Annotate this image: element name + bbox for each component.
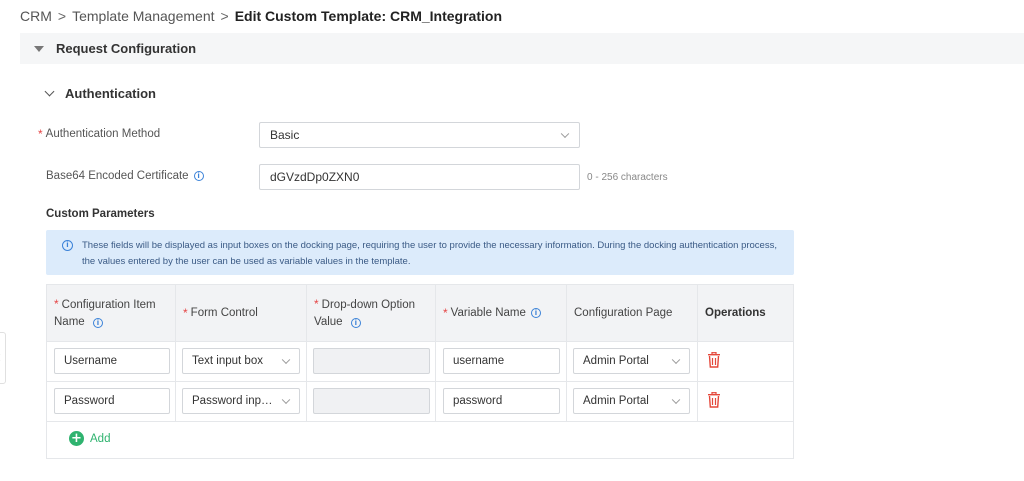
custom-parameters-title: Custom Parameters [46,208,155,220]
row-divider [47,341,793,342]
header-text: Drop-down Option Value [314,298,415,328]
input-value: username [453,355,505,367]
info-icon: i [62,240,73,251]
select-value: Basic [270,128,300,142]
column-divider [566,285,567,421]
required-marker: * [54,296,59,311]
chevron-left-icon [0,353,4,362]
input-value: Username [64,355,118,367]
dropdown-option-value-input [313,348,430,374]
row-divider [47,381,793,382]
input-value: dGVzdDp0ZXN0 [270,170,360,184]
info-icon[interactable]: i [530,308,541,318]
info-icon[interactable]: i [92,318,103,328]
authentication-method-select[interactable]: Basic [259,122,580,148]
column-divider [435,285,436,421]
chevron-down-icon [281,355,291,365]
row-divider [47,421,793,422]
configuration-page-select[interactable]: Admin Portal [573,388,690,414]
configuration-page-select[interactable]: Admin Portal [573,348,690,374]
column-divider [175,285,176,421]
chevron-down-icon [671,355,681,365]
authentication-title: Authentication [65,86,156,101]
info-banner: i These fields will be displayed as inpu… [46,230,794,275]
caret-down-icon [34,45,44,52]
required-marker: * [38,127,43,141]
input-value: Password [64,395,115,407]
authentication-header[interactable]: Authentication [44,86,156,101]
dropdown-option-value-input [313,388,430,414]
add-row-button[interactable]: + Add [69,431,110,446]
section-title: Request Configuration [56,41,197,56]
plus-circle-icon: + [69,431,84,446]
column-header-variable-name: * Variable Name i [436,285,566,341]
variable-name-input[interactable]: password [443,388,560,414]
label-text: Authentication Method [45,128,161,140]
info-icon[interactable]: i [193,171,204,181]
info-icon[interactable]: i [350,318,361,328]
authentication-method-label: * Authentication Method [38,127,160,141]
select-value: Password input box [192,395,274,407]
breadcrumb: CRM > Template Management > Edit Custom … [20,7,502,25]
info-banner-text: These fields will be displayed as input … [82,240,777,267]
certificate-label: Base64 Encoded Certificate i [46,170,204,182]
input-value: password [453,395,503,407]
column-divider [306,285,307,421]
column-header-config-page: Configuration Page [567,285,697,341]
required-marker: * [183,305,188,320]
form-control-select[interactable]: Password input box [182,388,300,414]
column-header-config-item-name: * Configuration Item Name i [47,285,175,341]
column-divider [697,285,698,421]
certificate-input[interactable]: dGVzdDp0ZXN0 [259,164,580,190]
label-text: Base64 Encoded Certificate [46,170,189,182]
breadcrumb-separator: > [220,8,229,24]
required-marker: * [314,296,319,311]
breadcrumb-crm[interactable]: CRM [20,8,52,24]
column-header-form-control: * Form Control [176,285,306,341]
breadcrumb-current: Edit Custom Template: CRM_Integration [234,8,502,24]
form-control-select[interactable]: Text input box [182,348,300,374]
header-text: Operations [705,306,766,319]
column-header-operations: Operations [698,285,793,341]
chevron-down-icon [44,86,55,97]
chevron-down-icon [671,395,681,405]
chevron-down-icon [560,129,570,139]
required-marker: * [443,305,448,320]
breadcrumb-separator: > [57,8,67,24]
character-limit-hint: 0 - 256 characters [587,172,668,183]
header-text: Configuration Page [574,306,673,319]
custom-parameters-table: * Configuration Item Name i * Form Control… [46,284,794,459]
select-value: Text input box [192,355,263,367]
column-header-dropdown-value: * Drop-down Option Value i [307,285,435,341]
trash-icon[interactable] [707,352,721,368]
header-text: Variable Name [450,306,526,319]
select-value: Admin Portal [583,355,649,367]
add-label: Add [90,432,111,445]
select-value: Admin Portal [583,395,649,407]
header-text: Configuration Item Name [54,298,156,328]
breadcrumb-template-management[interactable]: Template Management [72,8,214,24]
config-item-name-input[interactable]: Username [54,348,170,374]
variable-name-input[interactable]: username [443,348,560,374]
trash-icon[interactable] [707,392,721,408]
config-item-name-input[interactable]: Password [54,388,170,414]
header-text: Form Control [190,306,258,319]
chevron-down-icon [281,395,291,405]
request-configuration-header[interactable]: Request Configuration [20,33,1024,64]
sidebar-collapse-handle[interactable] [0,332,6,384]
